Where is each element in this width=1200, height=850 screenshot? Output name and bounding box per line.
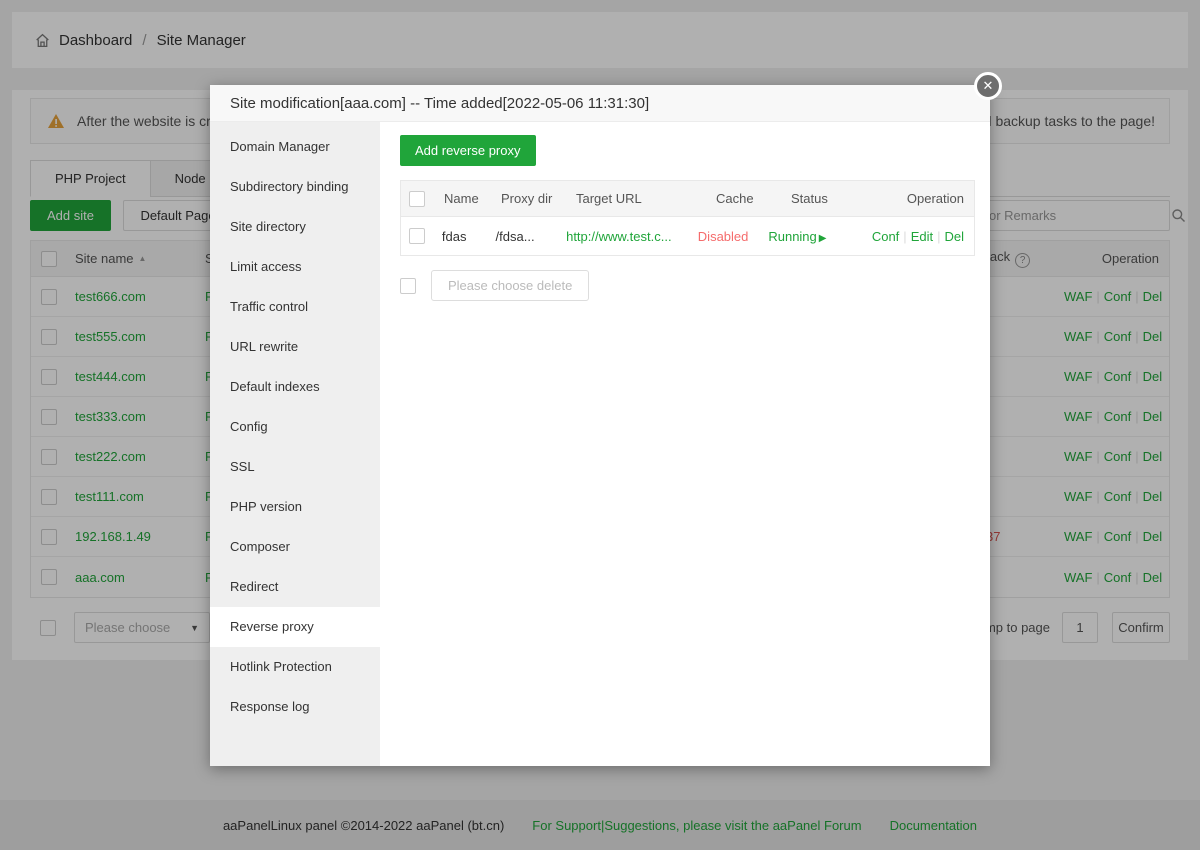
proxy-del-link[interactable]: Del <box>944 229 964 244</box>
modal-menu-response-log[interactable]: Response log <box>210 687 380 727</box>
modal-menu-redirect[interactable]: Redirect <box>210 567 380 607</box>
proxy-row-checkbox[interactable] <box>409 228 425 244</box>
batch-delete-button[interactable]: Please choose delete <box>431 270 589 301</box>
proxy-conf-link[interactable]: Conf <box>872 229 899 244</box>
modal-menu-subdirectory-binding[interactable]: Subdirectory binding <box>210 167 380 207</box>
modal-menu-domain-manager[interactable]: Domain Manager <box>210 127 380 167</box>
modal-menu-composer[interactable]: Composer <box>210 527 380 567</box>
add-reverse-proxy-button[interactable]: Add reverse proxy <box>400 135 536 166</box>
proxy-header-url: Target URL <box>576 191 716 206</box>
close-icon[interactable]: ✕ <box>974 72 1002 100</box>
proxy-header-operation: Operation <box>901 191 974 206</box>
proxy-cache-status: Disabled <box>698 229 769 244</box>
proxy-target-url[interactable]: http://www.test.c... <box>566 229 698 244</box>
proxy-name: fdas <box>442 229 496 244</box>
proxy-batch-checkbox[interactable] <box>400 278 416 294</box>
modal-menu-url-rewrite[interactable]: URL rewrite <box>210 327 380 367</box>
modal-menu-hotlink-protection[interactable]: Hotlink Protection <box>210 647 380 687</box>
proxy-table-header: Name Proxy dir Target URL Cache Status O… <box>401 181 974 217</box>
site-modification-modal: ✕ Site modification[aaa.com] -- Time add… <box>210 85 990 766</box>
proxy-header-cache: Cache <box>716 191 791 206</box>
reverse-proxy-panel: Add reverse proxy Name Proxy dir Target … <box>380 122 990 766</box>
modal-menu-reverse-proxy[interactable]: Reverse proxy <box>210 607 380 647</box>
modal-menu-default-indexes[interactable]: Default indexes <box>210 367 380 407</box>
proxy-run-status[interactable]: Running▶ <box>768 229 871 244</box>
proxy-operations: Conf|Edit|Del <box>872 229 974 244</box>
proxy-edit-link[interactable]: Edit <box>911 229 933 244</box>
modal-menu-limit-access[interactable]: Limit access <box>210 247 380 287</box>
proxy-table-row: fdas /fdsa... http://www.test.c... Disab… <box>401 217 974 255</box>
modal-title: Site modification[aaa.com] -- Time added… <box>210 85 990 122</box>
play-icon: ▶ <box>819 233 827 244</box>
reverse-proxy-table: Name Proxy dir Target URL Cache Status O… <box>400 180 975 256</box>
modal-menu-php-version[interactable]: PHP version <box>210 487 380 527</box>
modal-menu-ssl[interactable]: SSL <box>210 447 380 487</box>
modal-sidebar: Domain ManagerSubdirectory bindingSite d… <box>210 122 380 766</box>
modal-menu-traffic-control[interactable]: Traffic control <box>210 287 380 327</box>
proxy-dir: /fdsa... <box>496 229 567 244</box>
proxy-header-dir: Proxy dir <box>501 191 576 206</box>
proxy-header-name: Name <box>444 191 501 206</box>
proxy-select-all-checkbox[interactable] <box>409 191 425 207</box>
proxy-batch-bar: Please choose delete <box>400 270 970 301</box>
proxy-header-status: Status <box>791 191 901 206</box>
modal-menu-site-directory[interactable]: Site directory <box>210 207 380 247</box>
modal-menu-config[interactable]: Config <box>210 407 380 447</box>
